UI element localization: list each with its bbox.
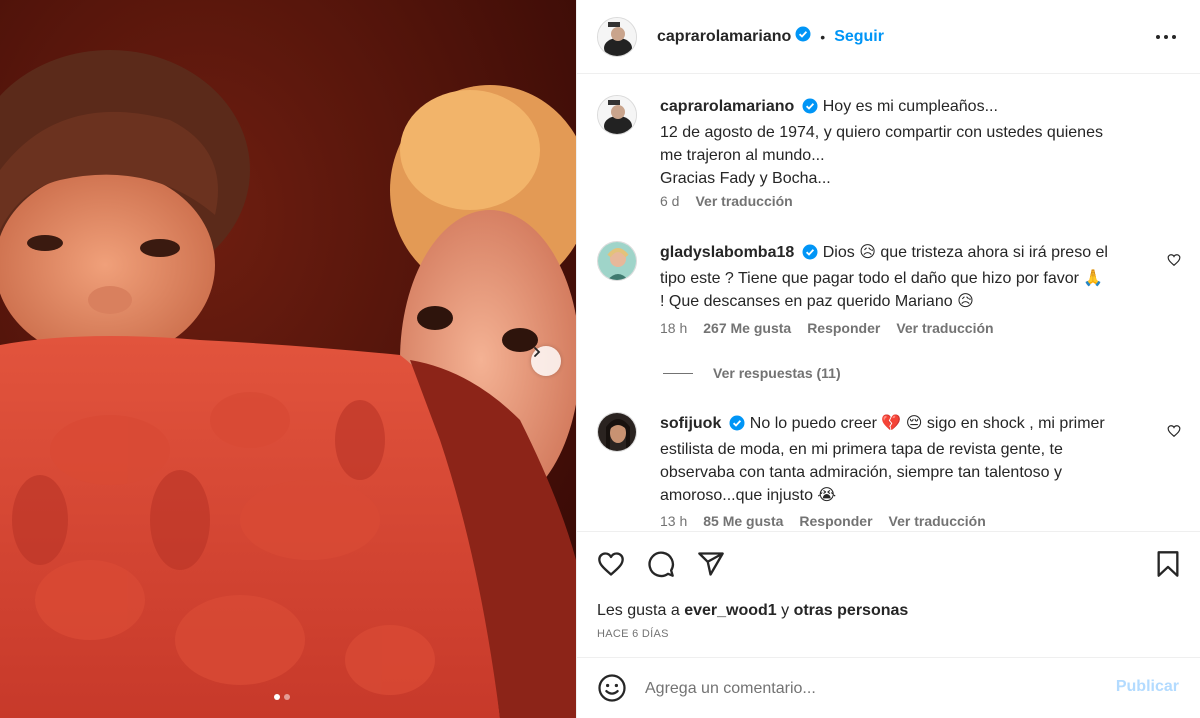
post-header: caprarolamariano • Seguir xyxy=(577,0,1200,74)
reply-link[interactable]: Responder xyxy=(799,513,872,529)
comment-likes[interactable]: 267 Me gusta xyxy=(703,320,791,336)
like-comment-icon[interactable] xyxy=(1167,424,1181,443)
follow-button[interactable]: Seguir xyxy=(834,28,884,46)
post-actions: Les gusta a ever_wood1 y otras personas … xyxy=(577,531,1200,657)
comment-line: observaba con tanta admiración, siempre … xyxy=(660,464,1063,481)
avatar[interactable] xyxy=(597,412,637,452)
translate-link[interactable]: Ver traducción xyxy=(695,193,792,209)
reply-link[interactable]: Responder xyxy=(807,320,880,336)
caption-line: Hoy es mi cumpleaños... xyxy=(822,98,998,115)
publish-button[interactable]: Publicar xyxy=(1116,678,1179,696)
avatar[interactable] xyxy=(597,16,637,57)
post-side-panel: caprarolamariano • Seguir caprarolamaria… xyxy=(576,0,1200,718)
view-replies-link[interactable]: Ver respuestas (11) xyxy=(663,365,841,381)
likes-mid: y xyxy=(781,602,790,619)
comment-text: sofijuok No lo puedo creer 💔 😔 sigo en s… xyxy=(660,412,1160,507)
verified-badge-icon xyxy=(729,415,745,438)
carousel-dot-active xyxy=(274,694,280,700)
comment-text: gladyslabomba18 Dios 😥 que tristeza ahor… xyxy=(660,241,1160,313)
caption-line: Gracias Fady y Bocha... xyxy=(660,170,831,187)
verified-badge-icon xyxy=(795,26,811,47)
comment-line: No lo puedo creer 💔 😔 sigo en shock , mi… xyxy=(749,415,1105,432)
comment-time[interactable]: 13 h xyxy=(660,513,687,529)
next-photo-button[interactable] xyxy=(531,346,561,376)
likes-summary: Les gusta a ever_wood1 y otras personas xyxy=(597,602,908,620)
avatar[interactable] xyxy=(597,95,637,135)
caption-meta: 6 d Ver traducción xyxy=(660,193,793,209)
like-heart-icon[interactable] xyxy=(597,550,625,583)
comment-bubble-icon[interactable] xyxy=(647,550,675,583)
comment-username[interactable]: sofijuok xyxy=(660,415,721,432)
comment-line: ! Que descanses en paz querido Mariano 😥 xyxy=(660,293,974,310)
like-comment-icon[interactable] xyxy=(1167,253,1181,272)
comment-likes[interactable]: 85 Me gusta xyxy=(703,513,783,529)
comment-meta: 18 h 267 Me gusta Responder Ver traducci… xyxy=(660,320,994,336)
comment-username[interactable]: gladyslabomba18 xyxy=(660,244,794,261)
save-bookmark-icon[interactable] xyxy=(1155,550,1181,583)
emoji-icon[interactable] xyxy=(597,673,627,708)
carousel-dots xyxy=(274,694,290,700)
caption-time[interactable]: 6 d xyxy=(660,193,679,209)
avatar[interactable] xyxy=(597,241,637,281)
comment-input[interactable] xyxy=(645,674,1105,704)
share-send-icon[interactable] xyxy=(697,550,725,583)
comment-meta: 13 h 85 Me gusta Responder Ver traducció… xyxy=(660,513,986,529)
caption-text: caprarolamariano Hoy es mi cumpleaños...… xyxy=(660,95,1160,190)
post-timestamp[interactable]: HACE 6 DÍAS xyxy=(597,628,669,640)
likes-others[interactable]: otras personas xyxy=(794,602,909,619)
comment-line: tipo este ? Tiene que pagar todo el daño… xyxy=(660,270,1104,287)
translate-link[interactable]: Ver traducción xyxy=(889,513,986,529)
separator-dot: • xyxy=(820,28,826,45)
carousel-dot xyxy=(284,694,290,700)
post-username[interactable]: caprarolamariano xyxy=(657,28,791,46)
post-photo[interactable] xyxy=(0,0,576,718)
comments-section[interactable]: caprarolamariano Hoy es mi cumpleaños...… xyxy=(577,75,1200,531)
comment-line: Dios 😥 que tristeza ahora si irá preso e… xyxy=(822,244,1108,261)
verified-badge-icon xyxy=(802,244,818,267)
more-options-icon[interactable] xyxy=(1155,26,1177,53)
replies-divider xyxy=(663,372,693,374)
verified-badge-icon xyxy=(802,98,818,121)
likes-prefix: Les gusta a xyxy=(597,602,680,619)
caption-line: 12 de agosto de 1974, y quiero compartir… xyxy=(660,124,1103,141)
comment-line: amoroso...que injusto 😭 xyxy=(660,487,837,504)
comment-time[interactable]: 18 h xyxy=(660,320,687,336)
caption-username[interactable]: caprarolamariano xyxy=(660,98,794,115)
photo-image xyxy=(0,0,576,718)
caption-line: me trajeron al mundo... xyxy=(660,147,825,164)
view-replies-label: Ver respuestas (11) xyxy=(713,365,841,381)
comment-line: estilista de moda, en mi primera tapa de… xyxy=(660,441,1063,458)
likes-user[interactable]: ever_wood1 xyxy=(684,602,776,619)
add-comment-bar: Publicar xyxy=(577,657,1200,718)
translate-link[interactable]: Ver traducción xyxy=(896,320,993,336)
